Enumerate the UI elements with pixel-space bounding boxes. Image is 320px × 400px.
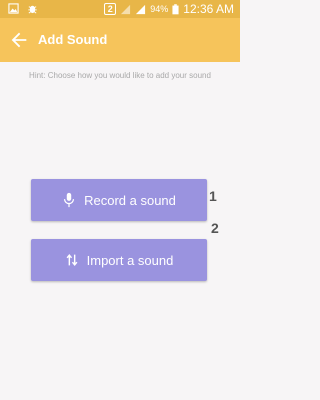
bug-icon — [28, 5, 37, 14]
notification-icons — [8, 3, 38, 14]
swap-vertical-icon — [66, 254, 78, 266]
gallery-icon — [8, 3, 19, 14]
page-title: Add Sound — [38, 32, 108, 47]
microphone-icon — [64, 192, 75, 208]
record-sound-label: Record a sound — [84, 192, 176, 208]
record-sound-button[interactable]: Record a sound — [31, 179, 207, 221]
status-bar: 2 94% 12:36 AM — [0, 0, 240, 18]
arrow-left-icon[interactable] — [8, 29, 30, 51]
status-right: 2 94% 12:36 AM — [104, 2, 234, 16]
battery-percent: 94% — [150, 4, 169, 14]
import-sound-label: Import a sound — [86, 252, 174, 268]
import-sound-button[interactable]: Import a sound — [31, 239, 207, 281]
hint-text: Hint: Choose how you would like to add y… — [29, 71, 211, 80]
sim-badge: 2 — [104, 3, 117, 15]
clock: 12:36 AM — [183, 2, 234, 16]
signal-icon — [121, 4, 131, 14]
app-bar: Add Sound — [0, 18, 240, 62]
marker-2: 2 — [211, 220, 219, 236]
signal-2-icon — [136, 4, 146, 14]
marker-1: 1 — [209, 188, 217, 204]
battery-icon — [172, 3, 179, 14]
